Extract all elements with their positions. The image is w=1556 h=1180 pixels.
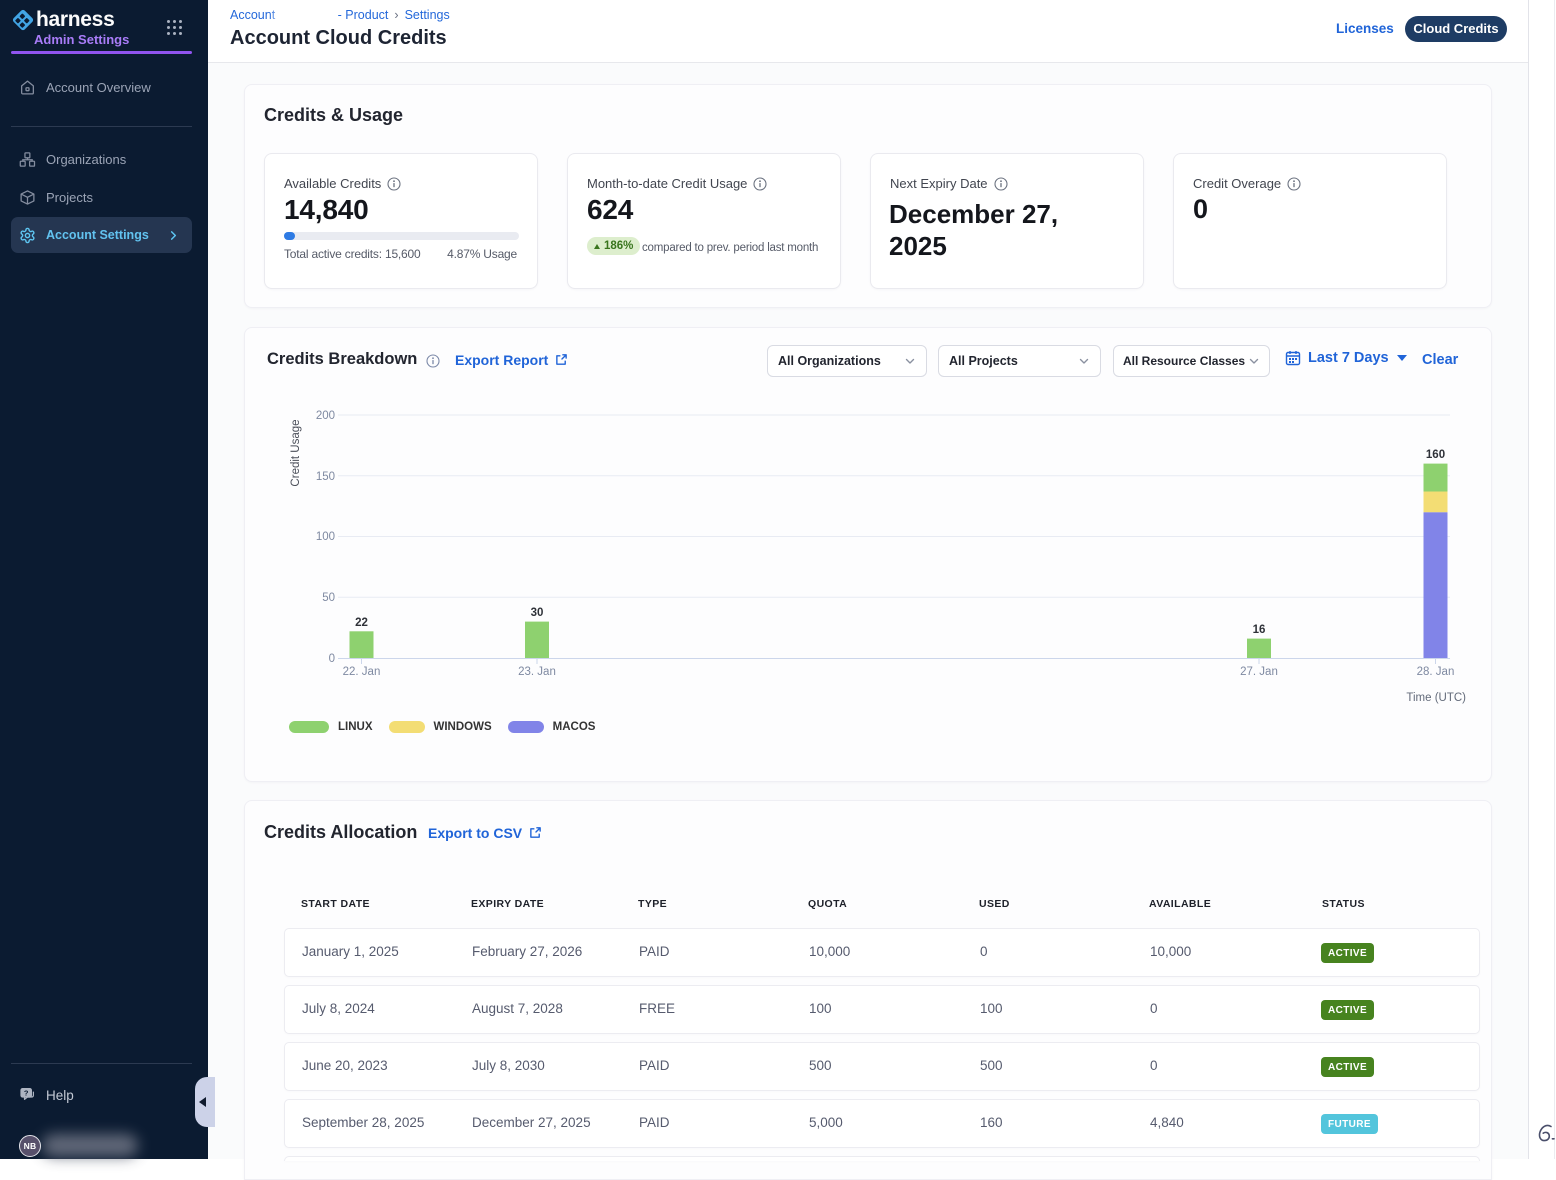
svg-text:22. Jan: 22. Jan xyxy=(343,666,381,678)
svg-text:22: 22 xyxy=(355,617,368,629)
svg-text:100: 100 xyxy=(316,531,335,543)
svg-text:200: 200 xyxy=(316,410,335,422)
svg-text:23. Jan: 23. Jan xyxy=(518,666,556,678)
svg-text:?: ? xyxy=(24,1088,29,1097)
svg-text:50: 50 xyxy=(322,592,335,604)
svg-text:30: 30 xyxy=(531,607,544,619)
svg-text:Credit Usage: Credit Usage xyxy=(290,419,302,486)
svg-text:160: 160 xyxy=(1426,449,1445,461)
svg-text:27. Jan: 27. Jan xyxy=(1240,666,1278,678)
svg-text:Time (UTC): Time (UTC) xyxy=(1406,692,1466,704)
svg-text:150: 150 xyxy=(316,471,335,483)
svg-text:16: 16 xyxy=(1253,624,1266,636)
svg-text:28. Jan: 28. Jan xyxy=(1417,666,1455,678)
svg-text:0: 0 xyxy=(329,653,335,665)
